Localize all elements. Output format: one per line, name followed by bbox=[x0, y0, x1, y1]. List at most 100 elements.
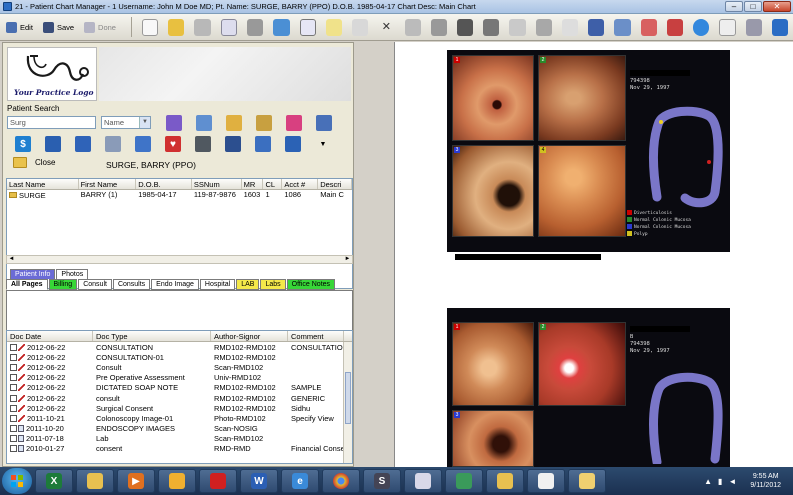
eye-icon[interactable] bbox=[45, 136, 61, 152]
document-viewer[interactable]: 1 2 3 4 794398 Nov 29, 1997 Diverticulos… bbox=[394, 42, 793, 467]
grid-icon[interactable] bbox=[255, 136, 271, 152]
note-icon[interactable] bbox=[325, 18, 343, 36]
taskbar-explorer[interactable] bbox=[76, 469, 114, 493]
browser-icon[interactable] bbox=[693, 18, 710, 36]
scrollbar-thumb[interactable] bbox=[345, 372, 351, 424]
taskbar-snap[interactable] bbox=[527, 469, 565, 493]
clock[interactable]: 9:55 AM 9/11/2012 bbox=[750, 472, 781, 490]
col-cl[interactable]: CL bbox=[263, 179, 283, 189]
col-acct[interactable]: Acct # bbox=[282, 179, 319, 189]
taskbar-notepad[interactable] bbox=[404, 469, 442, 493]
col-mr[interactable]: MR bbox=[242, 179, 264, 189]
brush-icon[interactable] bbox=[483, 18, 500, 36]
table-icon[interactable] bbox=[316, 115, 332, 131]
tab-photos[interactable]: Photos bbox=[56, 269, 89, 279]
scroll-left-icon[interactable]: ◄ bbox=[7, 256, 16, 263]
tab-patient-info[interactable]: Patient Info bbox=[10, 269, 56, 279]
lab-icon[interactable] bbox=[225, 136, 241, 152]
taskbar-acrobat[interactable] bbox=[199, 469, 237, 493]
tray-expand-icon[interactable]: ▲ bbox=[704, 477, 712, 486]
col-comment[interactable]: Comment bbox=[288, 331, 344, 341]
pen-icon[interactable] bbox=[168, 18, 185, 36]
tab-office-notes[interactable]: Office Notes bbox=[286, 279, 336, 290]
table-row[interactable]: 2012-06-22 CONSULTATION RMD102-RMD102 CONSU… bbox=[7, 342, 352, 352]
row-checkbox[interactable] bbox=[10, 394, 17, 402]
search-folder-icon[interactable] bbox=[196, 115, 212, 131]
col-ssnum[interactable]: SSNum bbox=[192, 179, 242, 189]
people-icon[interactable] bbox=[166, 115, 182, 131]
row-checkbox[interactable] bbox=[10, 353, 17, 361]
clock-icon[interactable] bbox=[135, 136, 151, 152]
heart-icon[interactable]: ♥ bbox=[165, 136, 181, 152]
lock-icon[interactable] bbox=[430, 18, 447, 36]
taskbar-excel[interactable]: X bbox=[35, 469, 73, 493]
scroll-right-icon[interactable]: ► bbox=[343, 256, 352, 263]
scanner-icon[interactable] bbox=[194, 18, 211, 36]
print-icon[interactable] bbox=[247, 18, 264, 36]
table-row[interactable]: SURGE BARRY (1) 1985-04-17 119-87-9876 1… bbox=[7, 190, 352, 200]
close-window-button[interactable]: ✕ bbox=[763, 1, 791, 12]
refresh-icon[interactable] bbox=[273, 18, 290, 36]
save-button[interactable]: Save bbox=[42, 21, 74, 33]
sign-icon[interactable] bbox=[404, 18, 421, 36]
table-row[interactable]: 2012-06-22 Pre Operative Assessment Univ-R… bbox=[7, 373, 352, 383]
exit-icon[interactable] bbox=[771, 18, 789, 36]
table-row[interactable]: 2012-06-22 CONSULTATION-01 RMD102-RMD102 bbox=[7, 352, 352, 362]
highlighter-icon[interactable] bbox=[561, 18, 579, 36]
col-description[interactable]: Descri bbox=[318, 179, 352, 189]
search-field-select[interactable]: Name ▼ bbox=[101, 116, 151, 129]
tab-lab[interactable]: LAB bbox=[236, 279, 260, 290]
row-checkbox[interactable] bbox=[10, 343, 17, 351]
table-row[interactable]: 2012-06-22 DICTATED SOAP NOTE RMD102-RMD10… bbox=[7, 383, 352, 393]
col-first-name[interactable]: First Name bbox=[79, 179, 137, 189]
table-row[interactable]: 2011-10-20 ENDOSCOPY IMAGES Scan-NOSIG bbox=[7, 424, 352, 434]
row-checkbox[interactable] bbox=[10, 435, 17, 443]
diamond-icon[interactable] bbox=[285, 136, 301, 152]
xray-icon[interactable] bbox=[195, 136, 211, 152]
edit-button[interactable]: Edit bbox=[6, 21, 33, 33]
table-row[interactable]: 2011-07-18 Lab Scan-RMD102 bbox=[7, 434, 352, 444]
delete-icon[interactable]: ✕ bbox=[378, 19, 394, 36]
fax-icon[interactable] bbox=[640, 18, 657, 36]
table-row[interactable]: 2012-06-22 Surgical Consent RMD102-RMD102 S… bbox=[7, 403, 352, 413]
image-icon[interactable] bbox=[588, 18, 605, 36]
table-row[interactable]: 2012-06-22 Consult Scan-RMD102 bbox=[7, 362, 352, 372]
tab-hospital[interactable]: Hospital bbox=[199, 279, 236, 290]
annotate-icon[interactable] bbox=[719, 18, 736, 36]
taskbar-app-folder[interactable] bbox=[158, 469, 196, 493]
taskbar-chart-manager[interactable] bbox=[568, 469, 606, 493]
clipboard-icon[interactable] bbox=[226, 115, 242, 131]
close-patient-button[interactable]: Close bbox=[13, 157, 55, 168]
book-icon[interactable] bbox=[286, 115, 302, 131]
arrow-right-icon[interactable] bbox=[509, 18, 526, 36]
taskbar-app-s[interactable]: S bbox=[363, 469, 401, 493]
calendar-icon[interactable] bbox=[75, 136, 91, 152]
start-button[interactable] bbox=[2, 468, 32, 494]
tab-labs[interactable]: Labs bbox=[260, 279, 286, 290]
col-dob[interactable]: D.O.B. bbox=[136, 179, 192, 189]
col-last-name[interactable]: Last Name bbox=[7, 179, 79, 189]
send-icon[interactable] bbox=[614, 18, 631, 36]
tab-consult[interactable]: Consult bbox=[78, 279, 112, 290]
tab-endo-image[interactable]: Endo Image bbox=[151, 279, 199, 290]
taskbar-chrome[interactable] bbox=[322, 469, 360, 493]
new-document-icon[interactable] bbox=[141, 18, 159, 36]
billing-icon[interactable]: $ bbox=[15, 136, 31, 152]
taskbar-media-player[interactable]: ▶ bbox=[117, 469, 155, 493]
table-row[interactable]: 2010-01-27 consent RMD-RMD Financial Conse bbox=[7, 444, 352, 454]
network-icon[interactable]: ▮ bbox=[718, 477, 722, 486]
row-checkbox[interactable] bbox=[10, 384, 17, 392]
done-button[interactable]: Done bbox=[84, 21, 116, 33]
document-grid-vscrollbar[interactable] bbox=[343, 342, 352, 463]
calendar-icon[interactable] bbox=[299, 18, 316, 36]
pen-tool-icon[interactable] bbox=[456, 18, 474, 36]
checklist-icon[interactable] bbox=[256, 115, 272, 131]
patient-grid-hscrollbar[interactable]: ◄ ► bbox=[6, 255, 353, 264]
wrench-icon[interactable] bbox=[535, 18, 552, 36]
table-row[interactable]: 2011-10-21 Colonoscopy Image-01 Photo-RMD1… bbox=[7, 413, 352, 423]
row-checkbox[interactable] bbox=[10, 414, 17, 422]
list-icon[interactable] bbox=[105, 136, 121, 152]
table-row[interactable]: 2012-06-22 consult RMD102-RMD102 GENERIC bbox=[7, 393, 352, 403]
row-checkbox[interactable] bbox=[10, 404, 17, 412]
col-doc-date[interactable]: Doc Date bbox=[7, 331, 93, 341]
